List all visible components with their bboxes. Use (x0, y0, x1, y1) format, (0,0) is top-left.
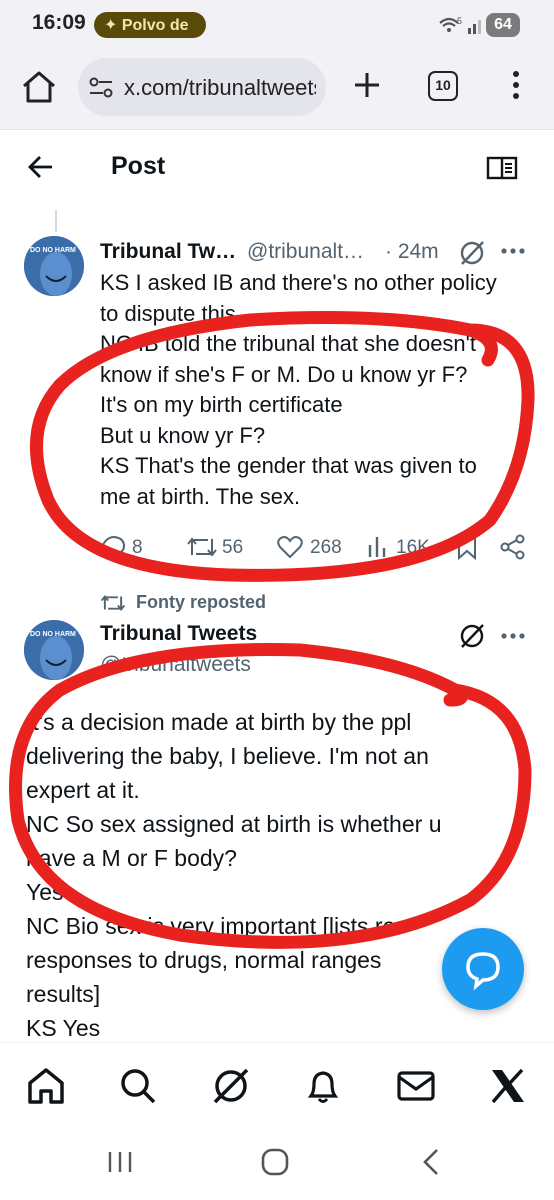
tweet-time[interactable]: · 24m (385, 240, 439, 264)
compose-chat-button[interactable] (442, 928, 524, 1010)
like-count[interactable]: 268 (310, 537, 342, 559)
url-text[interactable]: x.com/tribunaltweets (124, 75, 316, 101)
battery-indicator: 64 (486, 13, 520, 37)
tweet-line: It's a decision made at birth by the ppl (26, 709, 412, 735)
thread-line (55, 210, 57, 232)
reply-icon[interactable] (100, 535, 126, 559)
retweet-count[interactable]: 56 (222, 537, 243, 559)
status-time: 16:09 (32, 11, 86, 34)
repost-label[interactable]: Fonty reposted (136, 592, 266, 613)
like-icon[interactable] (276, 535, 304, 559)
notification-pill: ✦ Polvo de (94, 12, 206, 38)
home-icon[interactable] (26, 1066, 66, 1106)
new-tab-icon[interactable] (350, 68, 384, 102)
search-icon[interactable] (118, 1066, 158, 1106)
back-arrow-icon[interactable] (26, 152, 56, 182)
tweet-body: KS I asked IB and there's no other polic… (100, 268, 540, 512)
tweet-line: NC IB told the tribunal that she doesn't (100, 331, 476, 356)
tweet-line: KS Yes (26, 1015, 101, 1041)
page-title: Post (111, 152, 166, 180)
more-menu-icon[interactable] (508, 68, 524, 102)
dropbox-icon: ✦ (104, 17, 118, 34)
signal-badge: 5 (457, 16, 462, 26)
bell-icon[interactable] (303, 1066, 343, 1106)
mail-icon[interactable] (396, 1068, 436, 1104)
tweet-line: expert at it. (26, 777, 140, 803)
system-home-icon[interactable] (260, 1148, 290, 1176)
tweet-more-icon[interactable] (500, 632, 526, 640)
site-settings-icon[interactable] (88, 76, 114, 100)
tweet-line: have a M or F body? (26, 845, 237, 871)
recents-icon[interactable] (106, 1150, 134, 1174)
bookmark-icon[interactable] (456, 534, 478, 560)
grok-icon[interactable] (458, 239, 486, 267)
author-handle[interactable]: @tribunaltweets (100, 653, 251, 677)
tweet-line: NC So sex assigned at birth is whether u (26, 811, 442, 837)
grok-icon[interactable] (458, 622, 486, 650)
author-name[interactable]: Tribunal Tw… (100, 240, 236, 264)
tweet-line: Yes (26, 879, 64, 905)
tweet-line: KS That's the gender that was given to (100, 453, 477, 478)
tweet-line: to dispute this (100, 300, 236, 326)
grok-icon[interactable] (211, 1066, 251, 1106)
home-button-icon[interactable] (20, 68, 58, 106)
bottom-nav (0, 1042, 554, 1130)
avatar[interactable]: DO NO HARM (24, 620, 84, 680)
repost-icon (100, 594, 126, 612)
tweet-line: know if she's F or M. Do u know yr F? (100, 361, 468, 387)
tweet-line: me at birth. The sex. (100, 483, 301, 509)
chat-bubble-icon (466, 952, 500, 991)
views-icon[interactable] (367, 535, 389, 559)
avatar[interactable]: DO NO HARM (24, 236, 84, 296)
share-icon[interactable] (500, 534, 526, 560)
author-name[interactable]: Tribunal Tweets (100, 622, 257, 646)
notification-text: Polvo de (121, 17, 189, 34)
author-handle[interactable]: @tribunalt… (247, 240, 364, 264)
tweet-line: But u know yr F? (100, 422, 266, 448)
retweet-icon[interactable] (186, 535, 218, 559)
wifi-signal-icon: 5 (439, 16, 481, 34)
reply-count[interactable]: 8 (132, 537, 143, 559)
views-count[interactable]: 16K (396, 537, 430, 559)
reader-mode-icon[interactable] (486, 155, 518, 181)
system-back-icon[interactable] (420, 1148, 442, 1176)
tweet-line: KS I asked IB and there's no other polic… (100, 270, 497, 295)
tweet-more-icon[interactable] (500, 247, 526, 255)
tweet-line: delivering the baby, I believe. I'm not … (26, 743, 429, 769)
tweet-line: It's on my birth certificate (100, 392, 343, 417)
tab-switcher-button[interactable]: 10 (428, 71, 458, 101)
x-logo-icon[interactable] (489, 1067, 527, 1105)
